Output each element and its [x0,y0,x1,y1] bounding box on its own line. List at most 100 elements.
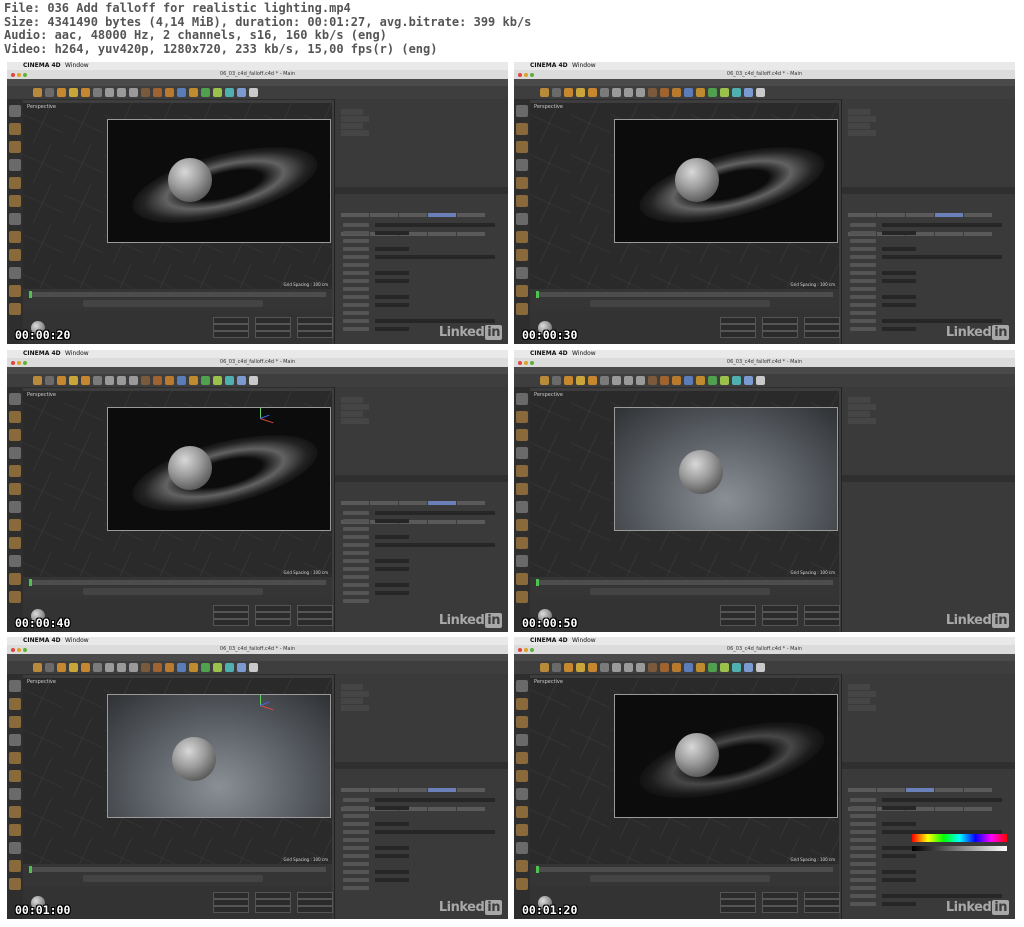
z-axis-handle[interactable] [259,414,270,419]
attribute-value-field[interactable] [375,231,409,235]
tool-icon[interactable] [624,663,633,672]
tool-icon[interactable] [69,663,78,672]
tool-icon[interactable] [660,88,669,97]
coordinate-field[interactable] [762,619,798,626]
tool-icon[interactable] [576,88,585,97]
attribute-value-field[interactable] [375,295,409,299]
coordinate-field[interactable] [297,892,333,899]
tool-icon[interactable] [720,663,729,672]
tool-icon[interactable] [105,663,114,672]
tool-icon[interactable] [117,88,126,97]
tool-icon[interactable] [720,376,729,385]
tool-icon[interactable] [129,376,138,385]
coordinate-field[interactable] [255,317,291,324]
attribute-tab[interactable] [964,807,992,811]
coordinate-field[interactable] [297,324,333,331]
attribute-tab[interactable] [457,520,485,524]
palette-tool-icon[interactable] [516,429,528,441]
tool-icon[interactable] [201,663,210,672]
coordinate-field[interactable] [297,317,333,324]
attribute-value-field[interactable] [375,822,409,826]
attribute-value-field[interactable] [375,279,409,283]
render-region[interactable] [614,694,838,818]
tool-icon[interactable] [33,88,42,97]
coordinate-field[interactable] [255,899,291,906]
perspective-viewport[interactable]: Perspective Grid Spacing : 100 cm [530,678,839,864]
palette-tool-icon[interactable] [516,698,528,710]
attribute-value-field[interactable] [882,822,916,826]
attribute-value-field[interactable] [375,870,409,874]
palette-tool-icon[interactable] [9,303,21,315]
tool-icon[interactable] [189,88,198,97]
tool-icon[interactable] [636,663,645,672]
minimize-window-icon[interactable] [17,648,21,652]
palette-tool-icon[interactable] [9,483,21,495]
attribute-value-field[interactable] [375,543,495,547]
tool-icon[interactable] [105,376,114,385]
coordinate-field[interactable] [255,605,291,612]
zoom-window-icon[interactable] [530,648,534,652]
app-menu[interactable]: CINEMA 4D [530,62,568,70]
tool-icon[interactable] [237,88,246,97]
palette-tool-icon[interactable] [9,537,21,549]
minimize-window-icon[interactable] [17,361,21,365]
tool-icon[interactable] [201,88,210,97]
attribute-value-field[interactable] [882,878,916,882]
object-list-item[interactable] [848,411,870,417]
palette-tool-icon[interactable] [9,123,21,135]
sphere-object[interactable] [675,158,719,202]
object-list-item[interactable] [341,123,363,129]
palette-tool-icon[interactable] [516,770,528,782]
tool-icon[interactable] [648,88,657,97]
attribute-value-field[interactable] [375,583,409,587]
perspective-viewport[interactable]: Perspective Grid Spacing : 100 cm [23,391,332,577]
object-list-item[interactable] [341,411,363,417]
playback-controls[interactable] [83,300,263,307]
render-region[interactable] [614,119,838,243]
palette-tool-icon[interactable] [9,231,21,243]
coordinate-field[interactable] [804,612,840,619]
value-slider[interactable] [912,846,1007,851]
tool-icon[interactable] [213,663,222,672]
x-axis-handle[interactable] [259,705,274,711]
palette-tool-icon[interactable] [9,411,21,423]
tool-icon[interactable] [612,376,621,385]
coordinate-field[interactable] [255,612,291,619]
tool-icon[interactable] [189,376,198,385]
minimize-window-icon[interactable] [524,648,528,652]
attribute-tab[interactable] [935,788,963,792]
sphere-object[interactable] [675,733,719,777]
tool-icon[interactable] [165,88,174,97]
attribute-tab[interactable] [428,788,456,792]
tool-icon[interactable] [153,663,162,672]
render-region[interactable] [107,407,331,531]
tool-icon[interactable] [648,376,657,385]
palette-tool-icon[interactable] [9,680,21,692]
palette-tool-icon[interactable] [9,285,21,297]
timeline-track[interactable] [536,867,833,872]
coordinate-field[interactable] [720,619,756,626]
attribute-value-field[interactable] [882,279,916,283]
coordinate-field[interactable] [804,605,840,612]
tool-icon[interactable] [45,663,54,672]
attribute-tab[interactable] [399,788,427,792]
attribute-value-field[interactable] [882,255,1002,259]
palette-tool-icon[interactable] [516,501,528,513]
coordinate-field[interactable] [255,906,291,913]
attribute-value-field[interactable] [375,271,409,275]
palette-tool-icon[interactable] [9,195,21,207]
tool-icon[interactable] [696,88,705,97]
tool-icon[interactable] [141,376,150,385]
tool-icon[interactable] [129,663,138,672]
tool-icon[interactable] [576,376,585,385]
tool-icon[interactable] [552,88,561,97]
palette-tool-icon[interactable] [516,860,528,872]
attribute-value-field[interactable] [375,255,495,259]
zoom-window-icon[interactable] [530,361,534,365]
attribute-value-field[interactable] [375,247,409,251]
coordinate-field[interactable] [213,619,249,626]
coordinate-field[interactable] [297,619,333,626]
tool-icon[interactable] [672,376,681,385]
palette-tool-icon[interactable] [516,591,528,603]
tool-icon[interactable] [165,376,174,385]
